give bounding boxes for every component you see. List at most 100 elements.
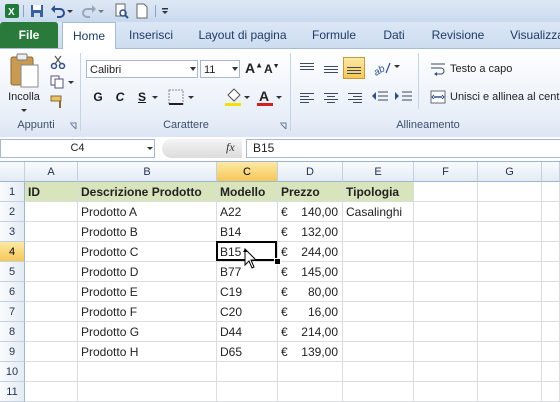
cell[interactable]: €80,00 — [278, 282, 343, 302]
cell[interactable] — [343, 322, 414, 342]
tab-data[interactable]: Dati — [373, 22, 415, 48]
cell[interactable] — [478, 262, 542, 282]
cell[interactable]: Prodotto E — [78, 282, 217, 302]
column-header[interactable]: D — [278, 162, 343, 182]
cell[interactable] — [414, 242, 478, 262]
column-header[interactable]: A — [25, 162, 78, 182]
cell[interactable] — [343, 302, 414, 322]
row-header[interactable]: 6 — [0, 282, 25, 302]
align-top-button[interactable] — [296, 59, 318, 79]
grow-font-icon[interactable]: A▲ — [245, 60, 263, 76]
column-header[interactable]: F — [414, 162, 478, 182]
cell[interactable] — [414, 202, 478, 222]
fill-handle[interactable] — [274, 258, 281, 265]
row-header[interactable]: 10 — [0, 362, 25, 382]
column-header[interactable]: B — [78, 162, 217, 182]
cell[interactable]: €16,00 — [278, 302, 343, 322]
wrap-text-icon[interactable] — [430, 61, 446, 77]
excel-icon[interactable]: X — [4, 3, 20, 19]
cell[interactable] — [542, 302, 560, 322]
cell[interactable] — [25, 202, 78, 222]
table-header-cell[interactable]: ID — [25, 182, 78, 202]
cell[interactable] — [414, 382, 478, 402]
cell[interactable] — [25, 342, 78, 362]
font-size-select[interactable]: 11 — [200, 60, 240, 78]
align-bottom-button[interactable] — [343, 57, 365, 79]
cell[interactable] — [478, 202, 542, 222]
copy-icon[interactable] — [50, 75, 66, 89]
cell[interactable] — [343, 362, 414, 382]
tab-formulas[interactable]: Formule — [303, 22, 365, 48]
cell[interactable] — [414, 302, 478, 322]
cell[interactable] — [414, 342, 478, 362]
dialog-launcher-icon[interactable] — [69, 122, 77, 130]
tab-file[interactable]: File — [0, 22, 58, 48]
merge-center-icon[interactable] — [430, 89, 446, 105]
column-header[interactable]: G — [478, 162, 542, 182]
row-header[interactable]: 1 — [0, 182, 25, 202]
cell[interactable] — [278, 382, 343, 402]
new-document-icon[interactable] — [134, 3, 150, 19]
cell[interactable] — [343, 382, 414, 402]
column-header[interactable]: C — [217, 162, 278, 182]
cell[interactable]: Prodotto D — [78, 262, 217, 282]
cell[interactable] — [542, 182, 560, 202]
cell[interactable] — [478, 222, 542, 242]
cell[interactable]: Casalinghi — [343, 202, 414, 222]
cell[interactable] — [343, 262, 414, 282]
cell[interactable] — [478, 282, 542, 302]
align-left-button[interactable] — [296, 88, 318, 108]
formula-input[interactable]: B15 — [246, 139, 560, 158]
cell[interactable]: €214,00 — [278, 322, 343, 342]
cell[interactable] — [414, 262, 478, 282]
table-header-cell[interactable]: Tipologia — [343, 182, 414, 202]
cell[interactable] — [78, 362, 217, 382]
row-header[interactable]: 11 — [0, 382, 25, 402]
customize-icon[interactable] — [160, 3, 170, 19]
borders-icon[interactable] — [167, 88, 185, 106]
cell[interactable]: Prodotto H — [78, 342, 217, 362]
select-all-button[interactable] — [0, 162, 25, 182]
row-header[interactable]: 2 — [0, 202, 25, 222]
paste-button[interactable]: Incolla — [4, 91, 44, 103]
font-name-select[interactable]: Calibri — [86, 60, 198, 78]
wrap-text-button[interactable]: Testo a capo — [450, 63, 512, 75]
cell[interactable]: €132,00 — [278, 222, 343, 242]
cell[interactable] — [414, 182, 478, 202]
cell[interactable] — [414, 222, 478, 242]
cell[interactable] — [343, 222, 414, 242]
dialog-launcher-icon[interactable] — [279, 122, 287, 130]
cell[interactable] — [25, 362, 78, 382]
insert-function-button[interactable]: fx — [226, 140, 235, 155]
cell[interactable] — [542, 242, 560, 262]
chevron-down-icon[interactable] — [66, 3, 74, 19]
cell[interactable] — [25, 222, 78, 242]
table-header-cell[interactable]: Prezzo — [278, 182, 343, 202]
tab-insert[interactable]: Inserisci — [122, 22, 180, 48]
row-header[interactable]: 9 — [0, 342, 25, 362]
chevron-down-icon[interactable] — [146, 145, 154, 153]
cell[interactable]: €244,00 — [278, 242, 343, 262]
chevron-down-icon[interactable] — [393, 63, 401, 71]
save-icon[interactable] — [29, 3, 45, 19]
table-header-cell[interactable]: Modello — [217, 182, 278, 202]
cell[interactable] — [478, 302, 542, 322]
row-header[interactable]: 3 — [0, 222, 25, 242]
cell[interactable]: €140,00 — [278, 202, 343, 222]
cell[interactable] — [414, 362, 478, 382]
print-preview-icon[interactable] — [113, 3, 129, 19]
cell[interactable] — [25, 262, 78, 282]
cell[interactable]: €139,00 — [278, 342, 343, 362]
underline-button[interactable]: S — [132, 88, 152, 106]
undo-icon[interactable] — [50, 3, 66, 19]
cell[interactable]: C20 — [217, 302, 278, 322]
cell[interactable] — [343, 342, 414, 362]
cell[interactable] — [478, 182, 542, 202]
row-header[interactable]: 8 — [0, 322, 25, 342]
shrink-font-icon[interactable]: A▼ — [264, 62, 280, 76]
chevron-down-icon[interactable] — [151, 94, 159, 102]
cell[interactable] — [542, 282, 560, 302]
cell[interactable] — [25, 282, 78, 302]
cell[interactable] — [78, 382, 217, 402]
italic-button[interactable]: C — [110, 88, 130, 106]
